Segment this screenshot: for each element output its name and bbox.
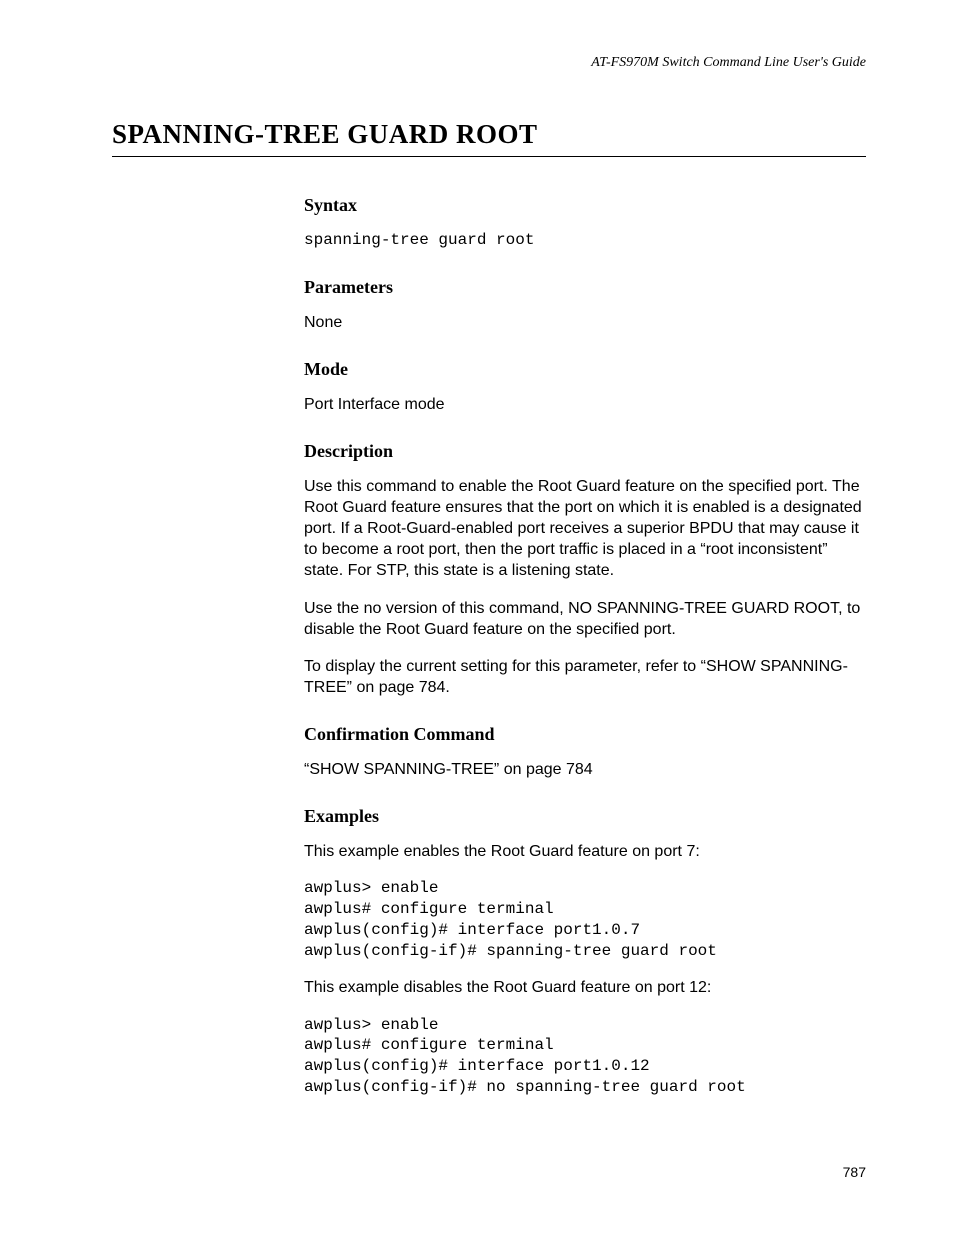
heading-examples: Examples	[304, 806, 866, 827]
heading-parameters: Parameters	[304, 277, 866, 298]
parameters-text: None	[304, 312, 866, 333]
confirmation-text: “SHOW SPANNING-TREE” on page 784	[304, 759, 866, 780]
document-page: AT-FS970M Switch Command Line User's Gui…	[0, 0, 954, 1235]
description-p1: Use this command to enable the Root Guar…	[304, 476, 866, 582]
example2-code: awplus> enable awplus# configure termina…	[304, 1015, 866, 1098]
heading-confirmation: Confirmation Command	[304, 724, 866, 745]
example2-intro: This example disables the Root Guard fea…	[304, 977, 866, 998]
syntax-code: spanning-tree guard root	[304, 230, 866, 251]
content-body: Syntax spanning-tree guard root Paramete…	[304, 195, 866, 1098]
heading-description: Description	[304, 441, 866, 462]
page-number: 787	[843, 1164, 866, 1180]
description-p2: Use the no version of this command, NO S…	[304, 598, 866, 640]
heading-mode: Mode	[304, 359, 866, 380]
page-title: SPANNING-TREE GUARD ROOT	[112, 119, 866, 157]
example1-code: awplus> enable awplus# configure termina…	[304, 878, 866, 961]
description-p3: To display the current setting for this …	[304, 656, 866, 698]
example1-intro: This example enables the Root Guard feat…	[304, 841, 866, 862]
mode-text: Port Interface mode	[304, 394, 866, 415]
running-header: AT-FS970M Switch Command Line User's Gui…	[112, 55, 866, 71]
heading-syntax: Syntax	[304, 195, 866, 216]
